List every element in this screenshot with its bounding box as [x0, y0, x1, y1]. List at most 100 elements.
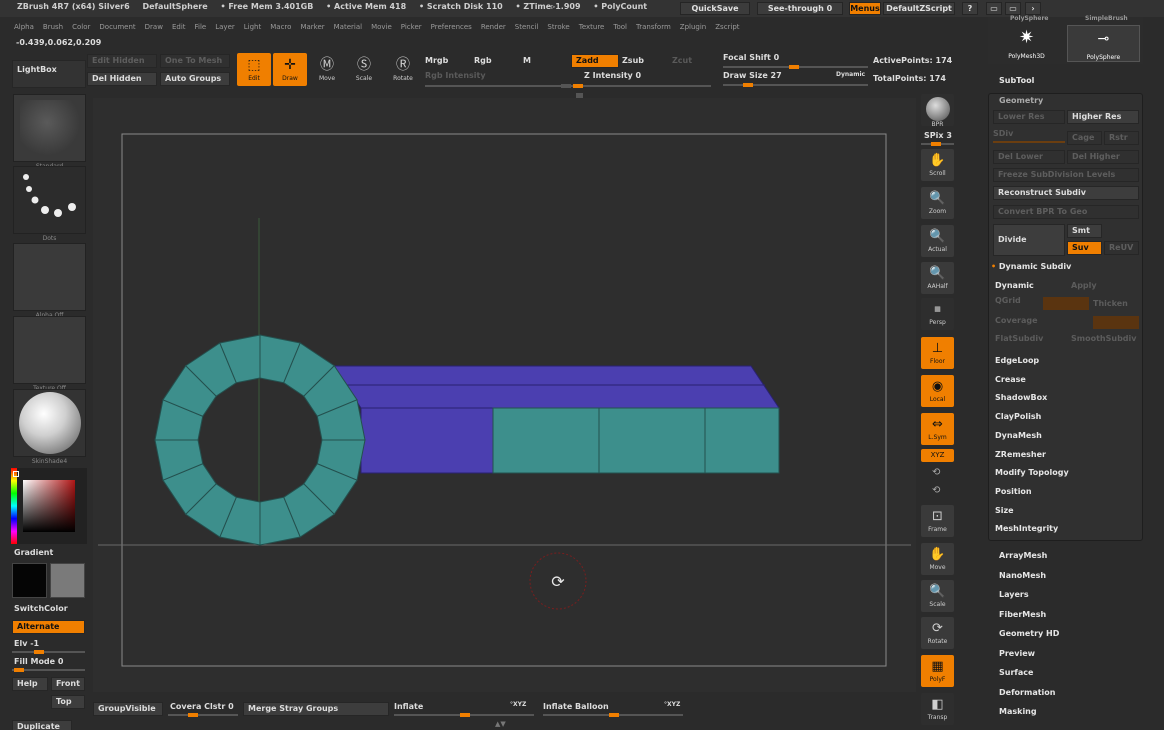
floor-button[interactable]: ⊥ Floor: [921, 337, 954, 369]
menus-button[interactable]: Menus: [849, 2, 881, 15]
subtool-menu-masking[interactable]: Masking: [999, 707, 1037, 716]
higher-res-button[interactable]: Higher Res: [1067, 110, 1139, 124]
rotate-z-icon[interactable]: ⟲: [932, 485, 940, 496]
see-through-slider[interactable]: See-through 0: [757, 2, 843, 15]
qgrid-toggle[interactable]: [1043, 297, 1089, 310]
actual-button[interactable]: 🔍 Actual: [921, 225, 954, 257]
subtool-menu-preview[interactable]: Preview: [999, 649, 1035, 658]
suv-button[interactable]: Suv: [1067, 241, 1102, 255]
sdiv-track[interactable]: [993, 141, 1065, 143]
lower-res-button[interactable]: Lower Res: [993, 110, 1065, 124]
del-lower-button[interactable]: Del Lower: [993, 150, 1065, 164]
forward-icon[interactable]: ›: [1025, 2, 1041, 15]
subtool-menu-fibermesh[interactable]: FiberMesh: [999, 610, 1046, 619]
qgrid-slider[interactable]: QGrid: [995, 296, 1021, 305]
bpr-button[interactable]: BPR: [921, 94, 954, 128]
menu-item-zplugin[interactable]: Zplugin: [680, 23, 706, 31]
z-intensity-slider[interactable]: Z Intensity 0: [584, 71, 641, 80]
panel-item-zremesher[interactable]: ZRemesher: [995, 450, 1046, 459]
secondary-color-swatch[interactable]: [50, 563, 85, 598]
panel-item-shadowbox[interactable]: ShadowBox: [995, 393, 1047, 402]
xyz-button[interactable]: XYZ: [921, 449, 954, 462]
fill-mode-track[interactable]: [12, 668, 85, 672]
flatsubdiv-slider[interactable]: FlatSubdiv: [995, 334, 1043, 343]
default-zscript-button[interactable]: DefaultZScript: [883, 2, 955, 15]
panel-item-modify-topology[interactable]: Modify Topology: [995, 468, 1069, 477]
smoothsubdiv-slider[interactable]: SmoothSubdiv: [1071, 334, 1136, 343]
rstr-button[interactable]: Rstr: [1104, 131, 1139, 145]
local-button[interactable]: ◉ Local: [921, 375, 954, 407]
duplicate-button[interactable]: Duplicate: [12, 720, 72, 730]
rgb-intensity-slider[interactable]: Rgb Intensity: [425, 71, 486, 80]
balloon-xyz[interactable]: °XYZ: [664, 701, 680, 708]
panel-item-edgeloop[interactable]: EdgeLoop: [995, 356, 1039, 365]
front-button[interactable]: Front: [51, 677, 85, 691]
spix-track[interactable]: [921, 142, 954, 146]
scale-view-button[interactable]: 🔍 Scale: [921, 580, 954, 612]
subtool-menu[interactable]: SubTool: [999, 76, 1034, 85]
menu-item-color[interactable]: Color: [72, 23, 90, 31]
inflate-slider[interactable]: Inflate: [394, 702, 423, 711]
rotate-mode-button[interactable]: Ⓡ Rotate: [386, 53, 420, 86]
panel-item-dynamesh[interactable]: DynaMesh: [995, 431, 1042, 440]
menu-item-macro[interactable]: Macro: [270, 23, 291, 31]
menu-item-stencil[interactable]: Stencil: [515, 23, 539, 31]
menu-item-render[interactable]: Render: [481, 23, 506, 31]
panel-item-meshintegrity[interactable]: MeshIntegrity: [995, 524, 1058, 533]
help-button[interactable]: Help: [12, 677, 48, 691]
layout-icon[interactable]: ▭: [986, 2, 1002, 15]
subtool-menu-arraymesh[interactable]: ArrayMesh: [999, 551, 1047, 560]
menu-item-preferences[interactable]: Preferences: [431, 23, 472, 31]
top-button[interactable]: Top: [51, 695, 85, 709]
menu-item-draw[interactable]: Draw: [145, 23, 163, 31]
focal-shift-track[interactable]: [723, 65, 868, 69]
saturation-square[interactable]: [23, 480, 75, 532]
gradient-label[interactable]: Gradient: [14, 548, 53, 557]
scale-mode-button[interactable]: Ⓢ Scale: [347, 53, 381, 86]
panel-item-size[interactable]: Size: [995, 506, 1014, 515]
m-button[interactable]: M: [523, 56, 531, 65]
rgb-intensity-track[interactable]: [425, 84, 571, 88]
brush-thumbnail[interactable]: Standard: [13, 94, 86, 170]
rgb-button[interactable]: Rgb: [474, 56, 492, 65]
polysphere-tool[interactable]: ⊸ PolySphere: [1067, 25, 1140, 62]
move-mode-button[interactable]: Ⓜ Move: [310, 53, 344, 86]
thicken-slider[interactable]: Thicken: [1093, 299, 1128, 308]
geometry-header[interactable]: Geometry: [999, 96, 1043, 105]
color-picker[interactable]: [11, 468, 87, 544]
subtool-menu-layers[interactable]: Layers: [999, 590, 1029, 599]
tray-toggle-icon[interactable]: ▲▼: [495, 721, 515, 728]
aahalf-button[interactable]: 🔍 AAHalf: [921, 262, 954, 294]
inflate-balloon-slider[interactable]: Inflate Balloon: [543, 702, 609, 711]
group-visible-button[interactable]: GroupVisible: [93, 702, 163, 716]
menu-item-document[interactable]: Document: [99, 23, 135, 31]
texture-thumbnail[interactable]: Texture Off: [13, 316, 86, 392]
menu-item-zscript[interactable]: Zscript: [715, 23, 739, 31]
apply-button[interactable]: Apply: [1071, 281, 1097, 290]
edit-hidden-button[interactable]: Edit Hidden: [87, 54, 157, 68]
subtool-menu-deformation[interactable]: Deformation: [999, 688, 1055, 697]
zoom-button[interactable]: 🔍 Zoom: [921, 187, 954, 219]
inflate-xyz[interactable]: °XYZ: [510, 701, 526, 708]
dynamic-subdiv-header[interactable]: • Dynamic Subdiv: [991, 262, 1071, 271]
menu-item-brush[interactable]: Brush: [43, 23, 63, 31]
subtool-menu-surface[interactable]: Surface: [999, 668, 1033, 677]
smt-button[interactable]: Smt: [1067, 224, 1102, 238]
viewport-svg[interactable]: ⟳: [93, 98, 916, 692]
rotate-y-icon[interactable]: ⟲: [932, 467, 940, 478]
dynamic-toggle[interactable]: Dynamic: [836, 71, 865, 78]
alpha-thumbnail[interactable]: Alpha Off: [13, 243, 86, 319]
subtool-menu-nanomesh[interactable]: NanoMesh: [999, 571, 1046, 580]
move-view-button[interactable]: ✋ Move: [921, 543, 954, 575]
cage-button[interactable]: Cage: [1067, 131, 1102, 145]
edit-mode-button[interactable]: ⬚ Edit: [237, 53, 271, 86]
dynamic-button[interactable]: Dynamic: [995, 281, 1034, 290]
inflate-track[interactable]: [394, 713, 534, 717]
divide-button[interactable]: Divide: [993, 224, 1065, 256]
zcut-button[interactable]: Zcut: [672, 56, 692, 65]
transp-button[interactable]: ◧ Transp: [921, 693, 954, 725]
menu-item-alpha[interactable]: Alpha: [14, 23, 34, 31]
freeze-subdiv-button[interactable]: Freeze SubDivision Levels: [993, 168, 1139, 182]
polyf-button[interactable]: ▦ PolyF: [921, 655, 954, 687]
del-higher-button[interactable]: Del Higher: [1067, 150, 1139, 164]
